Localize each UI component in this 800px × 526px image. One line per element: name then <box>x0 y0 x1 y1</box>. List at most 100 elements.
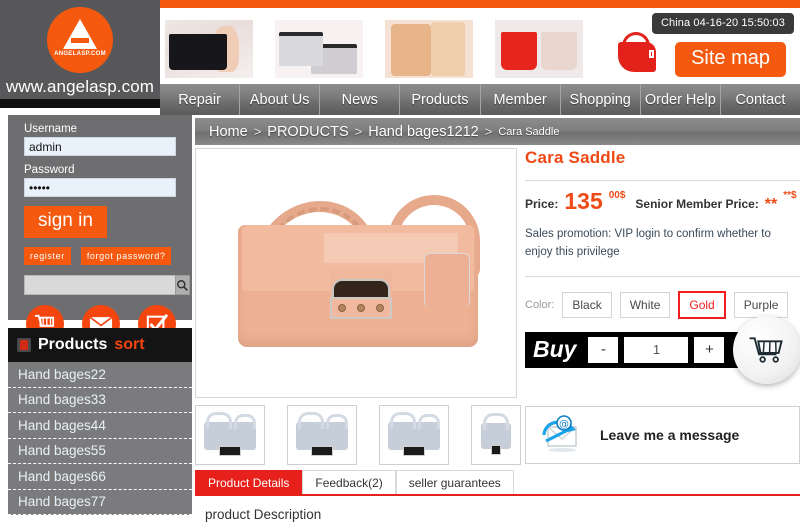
product-thumbnail-strip <box>195 405 521 465</box>
forgot-password-button[interactable]: forgot password? <box>80 247 172 265</box>
product-thumbnail[interactable] <box>379 405 449 465</box>
password-input[interactable] <box>24 178 176 197</box>
price-row: Price: 135 00$ Senior Member Price: ** *… <box>525 190 800 213</box>
color-option-white[interactable]: White <box>619 291 671 318</box>
password-label: Password <box>24 164 75 176</box>
color-option-purple[interactable]: Purple <box>733 291 789 318</box>
main-navigation: Repair About Us News Products Member Sho… <box>160 84 800 115</box>
sales-promotion-text: Sales promotion: VIP login to confirm wh… <box>525 228 771 258</box>
sign-in-button[interactable]: sign in <box>24 206 107 238</box>
thumbnail-bag-shape <box>481 413 511 456</box>
search-button[interactable] <box>175 275 190 295</box>
banner-image-red-tote <box>495 20 583 78</box>
leave-message-button[interactable]: @ Leave me a message <box>525 405 800 464</box>
nav-item-repair[interactable]: Repair <box>160 84 241 115</box>
tab-seller-guarantees[interactable]: seller guarantees <box>395 470 514 494</box>
list-item[interactable]: Hand bages77 <box>8 489 192 515</box>
svg-text:@: @ <box>559 419 569 430</box>
list-item[interactable]: Hand bages55 <box>8 438 192 464</box>
tab-feedback[interactable]: Feedback(2) <box>302 470 396 494</box>
product-thumbnail[interactable] <box>195 405 265 465</box>
color-label: Color: <box>525 298 555 311</box>
register-button[interactable]: register <box>24 247 71 265</box>
email-message-icon: @ <box>542 414 577 452</box>
bag-stud <box>376 304 385 312</box>
red-handbag-icon <box>612 30 664 74</box>
product-info-tabs: Product Details Feedback(2) seller guara… <box>195 470 800 496</box>
products-sort-icon <box>17 338 31 352</box>
logo-url-text: www.angelasp.com <box>5 77 155 96</box>
breadcrumb-products[interactable]: PRODUCTS <box>267 124 348 140</box>
login-helper-links: register forgot password? <box>24 247 192 265</box>
nav-item-news[interactable]: News <box>320 84 401 115</box>
color-option-black[interactable]: Black <box>562 291 612 318</box>
products-sort-title: Products <box>38 336 108 353</box>
thumbnail-bag-shape <box>204 412 256 457</box>
nav-item-products[interactable]: Products <box>400 84 481 115</box>
list-item[interactable]: Hand bages44 <box>8 413 192 439</box>
nav-item-about-us[interactable]: About Us <box>240 84 321 115</box>
breadcrumb-separator: > <box>354 124 363 139</box>
price-cents: 00$ <box>608 190 626 201</box>
products-sort-accent: sort <box>114 336 145 353</box>
color-option-gold[interactable]: Gold <box>678 290 726 319</box>
breadcrumb-separator: > <box>484 124 493 139</box>
logo-a-glyph <box>63 19 97 49</box>
product-description-heading: product Description <box>205 507 322 522</box>
price-label: Price: <box>525 197 559 211</box>
bag-side-tab <box>424 253 470 307</box>
breadcrumb-separator: > <box>253 124 262 139</box>
search-input[interactable] <box>24 275 175 295</box>
handbag-clasp <box>649 50 654 58</box>
banner-image-tan-bags <box>385 20 473 78</box>
sidebar-search <box>24 275 190 295</box>
header-banner-strip <box>165 20 635 78</box>
nav-item-order-help[interactable]: Order Help <box>641 84 721 115</box>
thumbnail-clasp <box>219 446 241 457</box>
bag-clasp-plate <box>330 297 392 319</box>
search-icon <box>177 279 188 291</box>
member-price-value: ** <box>764 196 778 213</box>
product-main-image[interactable] <box>195 148 517 398</box>
list-item[interactable]: Hand bages66 <box>8 464 192 490</box>
site-map-button[interactable]: Site map <box>675 42 786 77</box>
username-input[interactable] <box>24 137 176 156</box>
member-price-label: Senior Member Price: <box>635 197 759 211</box>
products-sort-header: Products sort <box>8 328 192 362</box>
price-value: 135 <box>564 188 603 214</box>
shopping-cart-icon <box>749 337 783 363</box>
color-selector: Color: Black White Gold Purple <box>525 290 800 319</box>
quantity-increase-button[interactable]: + <box>694 336 725 363</box>
tab-product-details[interactable]: Product Details <box>195 470 303 494</box>
divider <box>525 180 800 181</box>
list-item[interactable]: Hand bages22 <box>8 362 192 388</box>
logo-circle-mark: ANGELASP.COM <box>47 7 113 73</box>
server-datetime: China 04-16-20 15:50:03 <box>651 13 794 34</box>
thumbnail-clasp <box>311 446 333 457</box>
quantity-input[interactable] <box>624 336 689 363</box>
buy-label: Buy <box>533 336 577 363</box>
member-price-cents: **$ <box>783 190 797 201</box>
login-panel: Username Password sign in register forgo… <box>8 115 192 343</box>
quantity-decrease-button[interactable]: - <box>588 336 619 363</box>
breadcrumb-current: Cara Saddle <box>498 125 560 138</box>
nav-item-shopping[interactable]: Shopping <box>561 84 641 115</box>
nav-item-contact[interactable]: Contact <box>721 84 800 115</box>
thumbnail-bag-shape <box>296 412 348 457</box>
add-to-cart-button[interactable] <box>733 315 800 384</box>
site-logo[interactable]: ANGELASP.COM www.angelasp.com <box>0 0 160 108</box>
thumbnail-clasp <box>491 445 501 456</box>
page-title: Cara Saddle <box>525 148 626 167</box>
bag-stud <box>356 304 365 312</box>
list-item[interactable]: Hand bages33 <box>8 387 192 413</box>
breadcrumb-home[interactable]: Home <box>209 124 248 140</box>
nav-item-member[interactable]: Member <box>481 84 561 115</box>
breadcrumb-category[interactable]: Hand bages1212 <box>368 124 478 140</box>
product-thumbnail[interactable] <box>471 405 521 465</box>
page-root: China 04-16-20 15:50:03 Site map ANGELAS… <box>0 0 800 526</box>
username-label: Username <box>24 123 78 135</box>
banner-image-silver-pouch <box>275 20 363 78</box>
handbag-illustration <box>238 195 480 347</box>
thumbnail-clasp <box>403 446 425 457</box>
product-thumbnail[interactable] <box>287 405 357 465</box>
